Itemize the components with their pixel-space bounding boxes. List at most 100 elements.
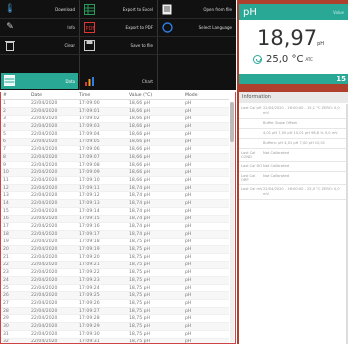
cell-number: 32	[1, 338, 29, 343]
table-row[interactable]: 9 22/04/2020 17:09:08 18,66 pH pH	[1, 161, 229, 170]
temperature-row: 25,0 °C ATC	[253, 54, 313, 65]
table-row[interactable]: 2 22/04/2020 17:09:01 18,66 pH pH	[1, 107, 229, 116]
table-row[interactable]: 19 22/04/2020 17:09:18 18,75 pH pH	[1, 238, 229, 247]
table-row[interactable]: 24 22/04/2020 17:09:23 18,75 pH pH	[1, 276, 229, 285]
table-row[interactable]: 25 22/04/2020 17:09:24 18,75 pH pH	[1, 284, 229, 293]
cell-time: 17:09:23	[77, 276, 127, 285]
cell-mode: pH	[183, 145, 229, 154]
table-row[interactable]: 31 22/04/2020 17:09:30 18,75 pH pH	[1, 330, 229, 339]
cell-date: 22/04/2020	[29, 299, 77, 308]
export-excel-label: Export to Excel	[122, 7, 153, 12]
info-row-value: Not Calibrated	[263, 164, 290, 168]
cell-mode: pH	[183, 307, 229, 316]
table-row[interactable]: 29 22/04/2020 17:09:28 18,75 pH pH	[1, 314, 229, 324]
table-row[interactable]: 6 22/04/2020 17:09:05 18,66 pH pH	[1, 138, 229, 147]
cell-mode: pH	[183, 276, 229, 285]
tab-data[interactable]: Data	[1, 73, 78, 89]
table-scroll-thumb[interactable]	[230, 102, 234, 142]
cell-mode: pH	[183, 199, 229, 208]
export-excel-button[interactable]: Export to Excel	[80, 1, 156, 18]
table-row[interactable]: 23 22/04/2020 17:09:22 18,75 pH pH	[1, 268, 229, 277]
save-file-button[interactable]: Save to file	[80, 37, 156, 54]
column-header-value[interactable]: Value (°C)	[127, 92, 183, 101]
table-row[interactable]: 15 22/04/2020 17:09:14 18,74 pH pH	[1, 207, 229, 216]
cell-value: 18,75 pH	[127, 238, 183, 247]
cell-mode: pH	[183, 284, 229, 293]
open-file-button[interactable]: Open from file	[158, 1, 235, 18]
cell-time: 17:09:24	[77, 284, 127, 293]
info-label: Info	[67, 25, 75, 30]
cell-number: 1	[1, 99, 29, 108]
table-row[interactable]: 27 22/04/2020 17:09:26 18,75 pH pH	[1, 299, 229, 308]
column-header-number[interactable]: #	[1, 92, 29, 101]
column-header-time[interactable]: Time	[77, 92, 127, 101]
cell-time: 17:09:10	[77, 176, 127, 185]
cell-number: 26	[1, 291, 29, 301]
table-row[interactable]: 1 22/04/2020 17:09:00 18,66 pH pH	[1, 99, 229, 108]
cell-date: 22/04/2020	[29, 107, 77, 116]
table-scrollbar[interactable]	[230, 102, 234, 342]
cell-date: 22/04/2020	[29, 276, 77, 285]
cell-number: 29	[1, 314, 29, 324]
cell-mode: pH	[183, 261, 229, 270]
cell-value: 18,74 pH	[127, 230, 183, 239]
column-header-date[interactable]: Date	[29, 92, 77, 101]
table-row[interactable]: 4 22/04/2020 17:09:03 18,66 pH pH	[1, 122, 229, 131]
cell-mode: pH	[183, 107, 229, 116]
cell-time: 17:09:05	[77, 138, 127, 147]
cell-mode: pH	[183, 299, 229, 308]
cell-date: 22/04/2020	[29, 153, 77, 162]
meter-header: pH Value	[239, 4, 348, 20]
table-row[interactable]: 5 22/04/2020 17:09:04 18,66 pH pH	[1, 130, 229, 139]
cell-date: 22/04/2020	[29, 238, 77, 247]
table-header-row: # Date Time Value (°C) Mode	[1, 92, 229, 101]
svg-text:PDF: PDF	[85, 26, 95, 32]
cell-mode: pH	[183, 161, 229, 170]
info-row-value: 4,01 pH 7,00 pH 10,01 pH 98,8 % 0,0 mV	[263, 131, 338, 135]
clear-label: Clear	[64, 43, 75, 48]
cell-number: 10	[1, 168, 29, 178]
table-row[interactable]: 17 22/04/2020 17:09:16 18,74 pH pH	[1, 222, 229, 231]
cell-value: 18,66 pH	[127, 99, 183, 108]
select-language-button[interactable]: Select Language	[158, 19, 235, 36]
cell-date: 22/04/2020	[29, 245, 77, 254]
table-row[interactable]: 20 22/04/2020 17:09:19 18,75 pH pH	[1, 245, 229, 254]
cell-number: 31	[1, 330, 29, 339]
information-title: Information	[239, 92, 348, 103]
download-button[interactable]: 🌡 Download	[1, 1, 78, 18]
cell-time: 17:09:15	[77, 215, 127, 224]
table-row[interactable]: 21 22/04/2020 17:09:20 18,75 pH pH	[1, 253, 229, 262]
table-row[interactable]: 12 22/04/2020 17:09:11 18,74 pH pH	[1, 184, 229, 193]
export-pdf-button[interactable]: PDF Export to PDF	[80, 19, 156, 36]
table-row[interactable]: 18 22/04/2020 17:09:17 18,74 pH pH	[1, 230, 229, 239]
table-body: 1 22/04/2020 17:09:00 18,66 pH pH 2 22/04/2020…	[1, 99, 229, 343]
table-row[interactable]: 7 22/04/2020 17:09:06 18,66 pH pH	[1, 145, 229, 154]
info-row-value: Not Calibrated	[263, 151, 290, 155]
cell-number: 12	[1, 184, 29, 193]
info-row-label: Last Cal ORP	[241, 174, 256, 182]
table-row[interactable]: 22 22/04/2020 17:09:21 18,75 pH pH	[1, 261, 229, 270]
info-button[interactable]: ✎ Info	[1, 19, 78, 36]
table-row[interactable]: 13 22/04/2020 17:09:12 18,74 pH pH	[1, 191, 229, 201]
table-row[interactable]: 16 22/04/2020 17:09:15 18,74 pH pH	[1, 215, 229, 224]
cell-time: 17:09:29	[77, 322, 127, 331]
clear-button[interactable]: Clear	[1, 37, 78, 54]
info-row: Last Cal ORP Not Calibrated	[239, 172, 346, 185]
table-row[interactable]: 28 22/04/2020 17:09:27 18,75 pH pH	[1, 307, 229, 316]
table-row[interactable]: 8 22/04/2020 17:09:07 18,66 pH pH	[1, 153, 229, 162]
column-header-mode[interactable]: Mode	[183, 92, 229, 101]
table-row[interactable]: 3 22/04/2020 17:09:02 18,66 pH pH	[1, 115, 229, 124]
table-row[interactable]: 30 22/04/2020 17:09:29 18,75 pH pH	[1, 322, 229, 331]
cell-mode: pH	[183, 138, 229, 147]
cell-mode: pH	[183, 230, 229, 239]
cell-date: 22/04/2020	[29, 330, 77, 339]
table-row[interactable]: 26 22/04/2020 17:09:25 18,75 pH pH	[1, 291, 229, 301]
tab-chart[interactable]: Chart	[80, 73, 156, 90]
cell-number: 23	[1, 268, 29, 277]
cell-number: 25	[1, 284, 29, 293]
table-row[interactable]: 10 22/04/2020 17:09:09 18,66 pH pH	[1, 168, 229, 178]
table-row[interactable]: 11 22/04/2020 17:09:10 18,66 pH pH	[1, 176, 229, 185]
info-row-label: Last Cal COND	[241, 151, 256, 159]
table-row[interactable]: 14 22/04/2020 17:09:13 18,74 pH pH	[1, 199, 229, 208]
table-row[interactable]: 32 22/04/2020 17:09:31 18,75 pH pH	[1, 338, 229, 343]
